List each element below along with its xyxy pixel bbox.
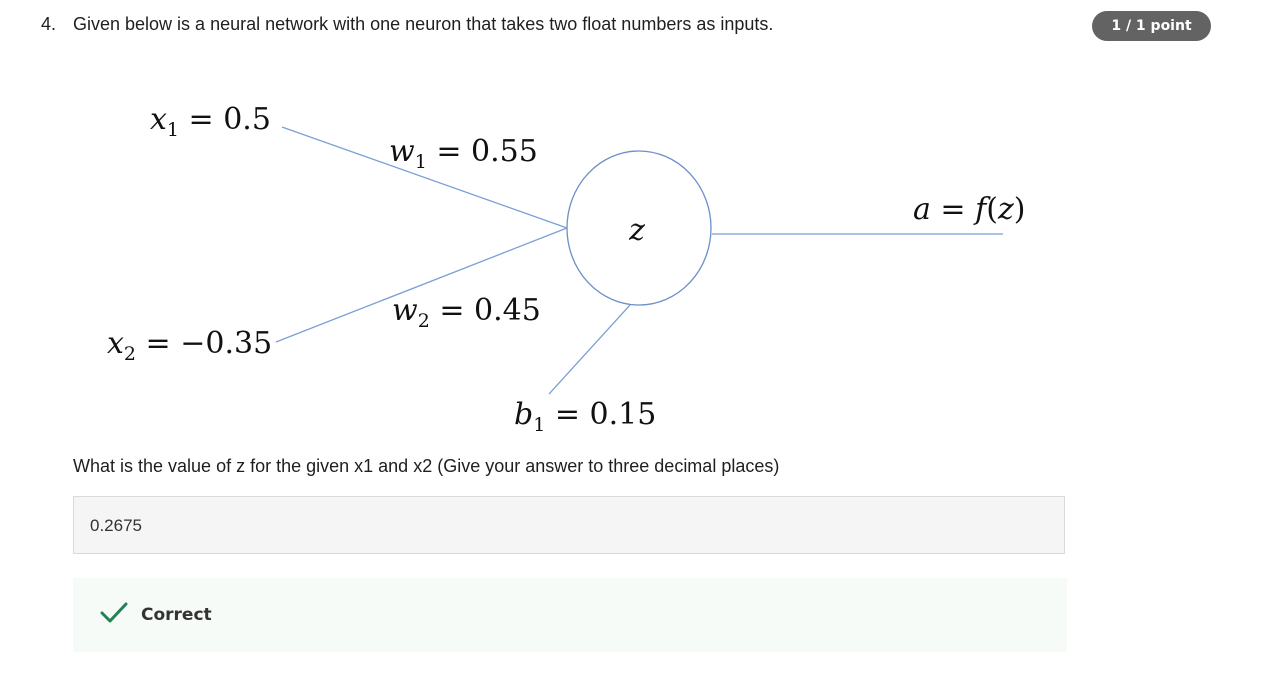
b1-label: b1 = 0.15 bbox=[514, 397, 656, 436]
feedback-label: Correct bbox=[141, 605, 212, 625]
x2-label: x2 = −0.35 bbox=[107, 326, 272, 365]
check-icon bbox=[100, 602, 128, 623]
output-label: a = f(z) bbox=[913, 192, 1025, 227]
question-prompt: What is the value of z for the given x1 … bbox=[73, 456, 780, 476]
x1-label: x1 = 0.5 bbox=[150, 102, 271, 141]
neuron-label: z bbox=[628, 213, 645, 248]
feedback-panel: Correct bbox=[73, 578, 1067, 652]
answer-value: 0.2675 bbox=[90, 516, 142, 535]
w2-label: w2 = 0.45 bbox=[392, 293, 541, 332]
w1-label: w1 = 0.55 bbox=[389, 134, 538, 173]
bias-edge bbox=[548, 304, 631, 395]
neural-network-diagram: x1 = 0.5 w1 = 0.55 z a = f(z) w2 = 0.45 … bbox=[107, 102, 1025, 436]
answer-field[interactable]: 0.2675 bbox=[73, 496, 1065, 554]
